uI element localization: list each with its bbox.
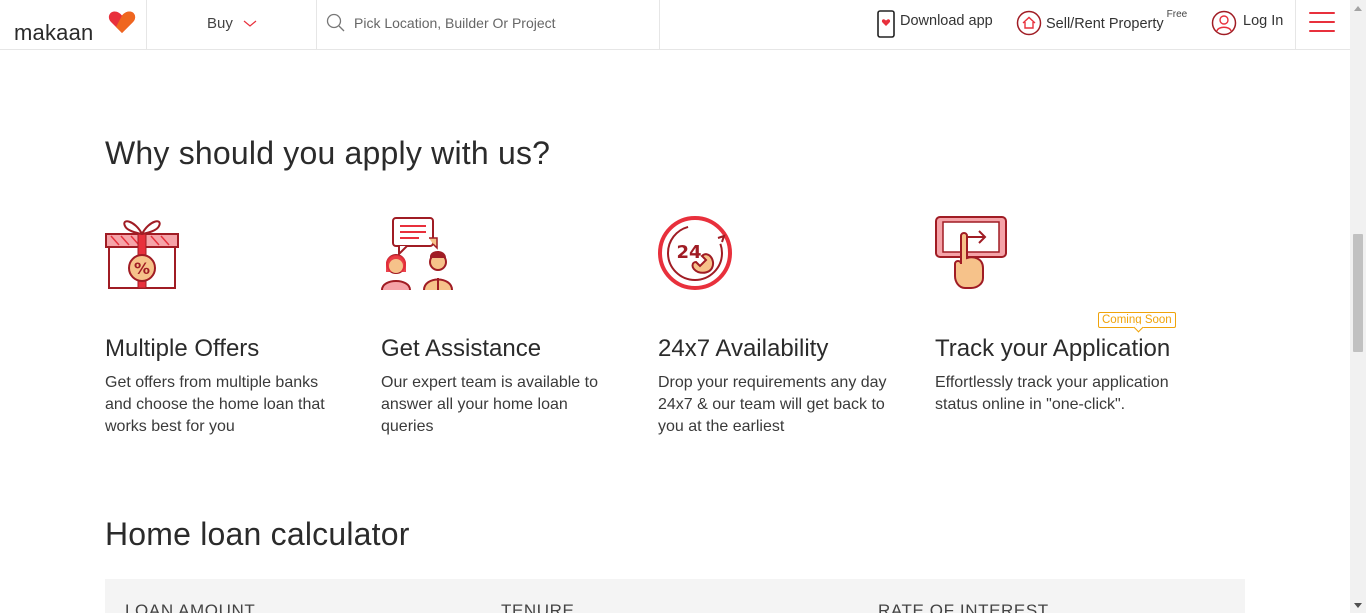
buy-dropdown[interactable]: Buy	[207, 15, 257, 32]
svg-text:%: %	[134, 259, 150, 278]
user-circle-icon	[1211, 10, 1237, 36]
sell-rent-label: Sell/Rent Property	[1046, 15, 1164, 32]
sell-rent-link[interactable]: Sell/Rent PropertyFree	[1016, 9, 1188, 36]
scroll-up-arrow-icon[interactable]	[1350, 0, 1366, 16]
home-circle-icon	[1016, 10, 1042, 36]
feature-card: % Multiple Offers Get offers from multip…	[105, 216, 355, 435]
feature-description: Effortlessly track your application stat…	[935, 374, 1169, 413]
support-agents-icon	[381, 217, 453, 291]
hamburger-menu-icon[interactable]	[1309, 12, 1335, 36]
login-link[interactable]: Log In	[1211, 10, 1283, 36]
scroll-down-arrow-icon[interactable]	[1350, 597, 1366, 613]
loan-calculator-panel: LOAN AMOUNT TENURE RATE OF INTEREST	[105, 579, 1245, 613]
tenure-label: TENURE	[501, 601, 575, 613]
divider	[659, 0, 660, 49]
search-input[interactable]	[354, 15, 644, 31]
search-bar[interactable]	[326, 13, 646, 33]
top-navbar: makaan Buy Download app Sell/Rent Proper…	[0, 0, 1350, 50]
feature-card: Track your Application Effortlessly trac…	[935, 216, 1185, 413]
login-label: Log In	[1243, 13, 1284, 29]
24x7-phone-icon: 24	[658, 216, 732, 290]
feature-description: Our expert team is available to answer a…	[381, 374, 598, 435]
buy-label: Buy	[207, 15, 233, 32]
coming-soon-badge: Coming Soon	[1098, 312, 1176, 328]
divider	[316, 0, 317, 49]
feature-description: Get offers from multiple banks and choos…	[105, 374, 325, 435]
why-section-title: Why should you apply with us?	[105, 135, 551, 171]
calculator-title: Home loan calculator	[105, 516, 410, 552]
page-scrollbar[interactable]	[1350, 0, 1366, 613]
feature-title: Track your Application	[935, 335, 1171, 362]
makaan-logo[interactable]: makaan	[14, 8, 136, 45]
divider	[1295, 0, 1296, 49]
feature-title: Get Assistance	[381, 335, 542, 362]
scroll-thumb[interactable]	[1353, 234, 1363, 352]
feature-description: Drop your requirements any day 24x7 & ou…	[658, 374, 887, 435]
feature-card: Get Assistance Our expert team is availa…	[381, 216, 631, 435]
feature-card: 24 24x7 Availability Drop your requireme…	[658, 216, 908, 435]
loan-amount-label: LOAN AMOUNT	[125, 601, 256, 613]
feature-title: Multiple Offers	[105, 335, 260, 362]
chevron-down-icon	[243, 20, 257, 27]
rate-of-interest-label: RATE OF INTEREST	[878, 601, 1049, 613]
logo-text: makaan	[14, 20, 94, 45]
feature-title: 24x7 Availability	[658, 335, 829, 362]
divider	[146, 0, 147, 49]
gift-percent-icon: %	[105, 220, 179, 289]
search-icon	[326, 13, 345, 32]
download-app-link[interactable]: Download app	[876, 10, 993, 38]
download-app-label: Download app	[900, 13, 993, 29]
logo-heart-icon	[108, 11, 136, 33]
tap-track-icon	[935, 216, 1007, 289]
svg-text:24: 24	[676, 242, 701, 263]
mobile-phone-icon	[877, 10, 895, 38]
free-badge: Free	[1166, 9, 1188, 21]
